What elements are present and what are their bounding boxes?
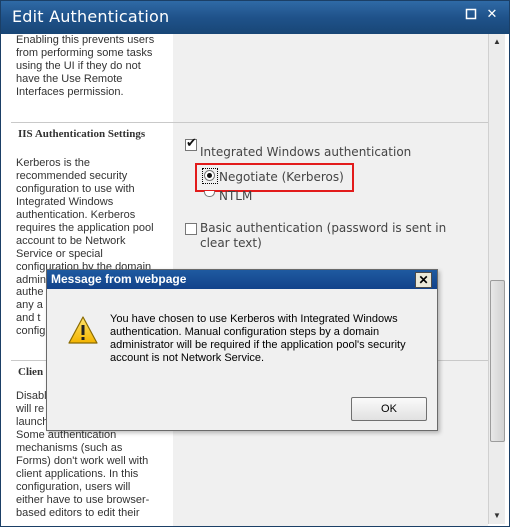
- window-close-icon[interactable]: ✕: [484, 7, 500, 23]
- kerberos-description-partial: config: [16, 325, 46, 337]
- integrated-windows-checkbox[interactable]: ✔: [185, 136, 197, 151]
- ntlm-label: NTLM: [219, 189, 253, 203]
- client-description-partial: Disabl will re launch: [16, 390, 49, 428]
- checkmark-icon: ✔: [186, 136, 197, 151]
- kerberos-description: Kerberos is the recommended security con…: [16, 157, 154, 286]
- dialog-close-icon[interactable]: ✕: [415, 272, 432, 288]
- kerberos-description-partial: any a: [16, 299, 43, 311]
- vertical-scrollbar[interactable]: ▲ ▼: [488, 34, 505, 524]
- window-titlebar: Edit Authentication ✕: [1, 1, 509, 34]
- section-divider: [11, 122, 173, 123]
- basic-authentication-label: Basic authentication (password is sent i…: [200, 221, 447, 250]
- basic-authentication-checkbox[interactable]: [185, 223, 197, 235]
- radio-selected-dot: [207, 173, 212, 178]
- scroll-down-icon[interactable]: ▼: [489, 508, 505, 524]
- kerberos-description-partial: and t: [16, 312, 41, 324]
- dialog-message: You have chosen to use Kerberos with Int…: [110, 313, 406, 364]
- section-divider: [173, 122, 488, 123]
- remote-interfaces-text: Enabling this prevents users from perfor…: [16, 34, 155, 98]
- scrollbar-thumb[interactable]: [490, 280, 505, 442]
- negotiate-kerberos-label: Negotiate (Kerberos): [219, 170, 344, 184]
- ntlm-radio[interactable]: [204, 191, 215, 197]
- dialog-titlebar: Message from webpage ✕: [47, 270, 437, 289]
- warning-icon: [67, 315, 99, 345]
- ok-button[interactable]: OK: [351, 397, 427, 421]
- edit-authentication-window: Edit Authentication ✕ Enabling this prev…: [0, 0, 510, 527]
- dialog-title: Message from webpage: [51, 272, 187, 286]
- client-description: Some authentication mechanisms (such as …: [16, 429, 150, 519]
- negotiate-radio[interactable]: [204, 170, 215, 181]
- kerberos-description-partial: authe: [16, 286, 44, 298]
- restore-icon[interactable]: [463, 7, 479, 23]
- scroll-up-icon[interactable]: ▲: [489, 34, 505, 50]
- iis-authentication-heading: IIS Authentication Settings: [18, 128, 146, 140]
- integrated-windows-label: Integrated Windows authentication: [200, 145, 412, 159]
- message-dialog: Message from webpage ✕ You have chosen t…: [46, 269, 438, 431]
- window-title: Edit Authentication: [12, 7, 170, 26]
- client-integration-heading: Clien: [18, 366, 44, 378]
